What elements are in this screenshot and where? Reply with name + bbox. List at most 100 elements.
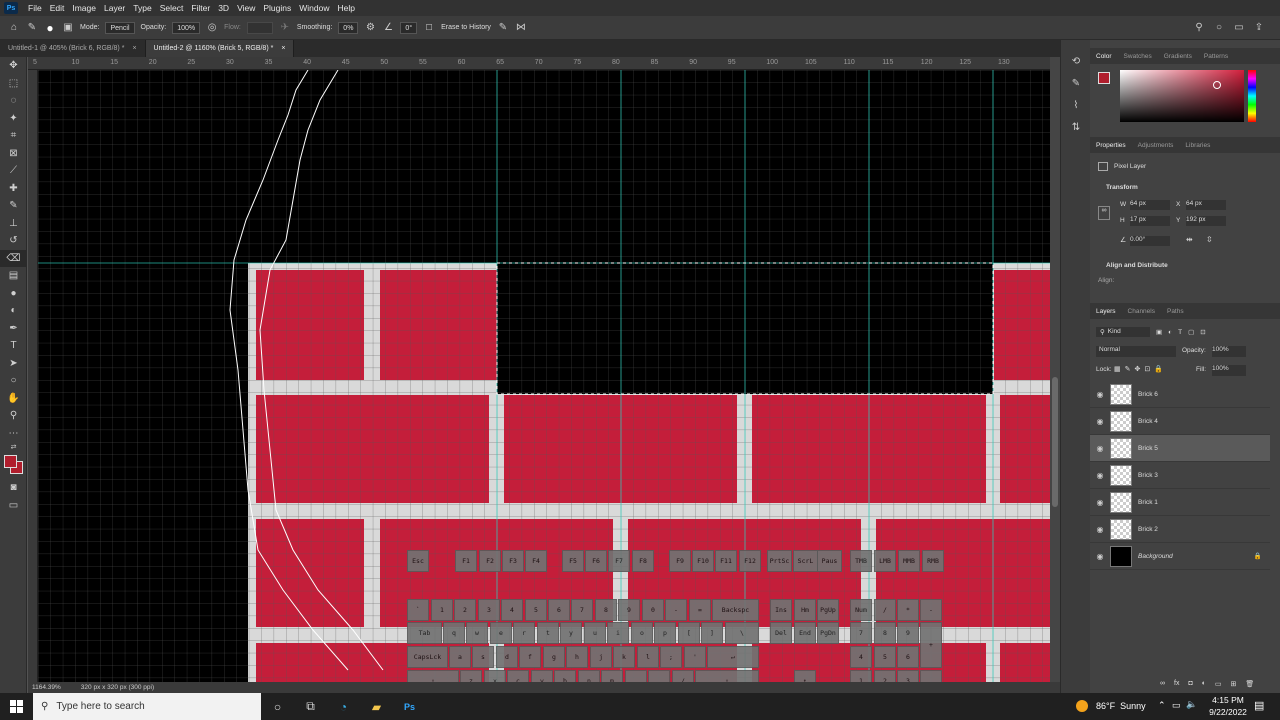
transform-heading[interactable]: Transform [1106,184,1138,191]
tab-adjustments[interactable]: Adjustments [1132,142,1180,149]
menu-select[interactable]: Select [156,3,188,13]
erase-history-checkbox[interactable]: ☐ [423,22,435,34]
edge-icon[interactable]: ◔ [327,693,360,720]
eraser-tool-icon[interactable]: ⌫ [0,249,27,267]
quick-mask-icon[interactable]: ◙ [0,479,27,497]
flip-horizontal-icon[interactable]: ⇹ [1186,235,1193,244]
close-icon[interactable]: × [281,45,285,52]
menu-layer[interactable]: Layer [100,3,129,13]
eye-icon[interactable]: ◉ [1090,525,1110,534]
airbrush-icon[interactable]: ✈ [279,22,291,34]
doc-size[interactable]: 320 px x 320 px (300 ppi) [81,684,154,691]
symmetry-icon[interactable]: ⋈ [515,22,527,34]
eye-icon[interactable]: ◉ [1090,552,1110,561]
vertical-scrollbar[interactable] [1050,57,1060,682]
flip-vertical-icon[interactable]: ⇳ [1206,235,1213,244]
marquee-tool-icon[interactable]: ⬚ [0,75,27,93]
trash-icon[interactable]: 🗑 [1245,680,1254,688]
tab-channels[interactable]: Channels [1122,308,1161,315]
menu-filter[interactable]: Filter [187,3,214,13]
menu-edit[interactable]: Edit [46,3,69,13]
taskbar-search[interactable]: ⚲ Type here to search [33,693,261,720]
filter-adjust-icon[interactable]: ◐ [1168,329,1172,336]
zoom-level[interactable]: 1164.39% [32,684,61,691]
magic-wand-icon[interactable]: ✦ [0,110,27,128]
clone-stamp-icon[interactable]: ⊥ [0,215,27,233]
layer-row[interactable]: ◉ Brick 6 [1090,381,1270,408]
fx-icon[interactable]: fx [1174,680,1179,688]
link-dimensions-icon[interactable]: ∞ [1098,206,1110,220]
tab-patterns[interactable]: Patterns [1198,53,1234,60]
layer-row[interactable]: ◉ Brick 3 [1090,462,1270,489]
fill-input[interactable]: 100% [1212,365,1246,376]
menu-window[interactable]: Window [295,3,333,13]
eraser-tool-icon[interactable]: ✎ [26,22,38,34]
hand-tool-icon[interactable]: ✋ [0,390,27,408]
layer-name[interactable]: Brick 1 [1138,499,1158,506]
start-button[interactable] [10,700,23,713]
layer-row[interactable]: ◉ Brick 5 [1090,435,1270,462]
pen-tool-icon[interactable]: ✒ [0,320,27,338]
brush-tool-icon[interactable]: ✎ [0,197,27,215]
share-icon[interactable]: ⇪ [1253,22,1265,34]
group-icon[interactable]: ▭ [1215,680,1222,688]
foreground-color-swatch[interactable] [4,455,17,468]
kind-select[interactable]: ⚲ Kind [1096,327,1150,337]
zoom-icon[interactable]: ○ [1213,22,1225,34]
adjust-panel-icon[interactable]: ⇅ [1061,116,1091,138]
mask-icon[interactable]: ◘ [1188,680,1192,688]
hue-slider[interactable] [1248,70,1256,122]
tab-untitled-2[interactable]: Untitled-2 @ 1160% (Brick 5, RGB/8) * × [145,40,295,57]
tab-libraries[interactable]: Libraries [1179,142,1216,149]
close-icon[interactable]: × [132,45,136,52]
clock-date[interactable]: 9/22/2022 [1204,707,1252,717]
w-input[interactable]: 64 px [1130,200,1170,210]
tab-layers[interactable]: Layers [1090,308,1122,315]
zoom-tool-icon[interactable]: ⚲ [0,407,27,425]
menu-type[interactable]: Type [129,3,155,13]
layer-opacity-input[interactable]: 100% [1212,346,1246,357]
layer-name[interactable]: Brick 6 [1138,391,1158,398]
layer-name[interactable]: Brick 4 [1138,418,1158,425]
tab-swatches[interactable]: Swatches [1118,53,1158,60]
flow-input[interactable] [246,21,273,34]
eye-icon[interactable]: ◉ [1090,471,1110,480]
path-select-icon[interactable]: ➤ [0,355,27,373]
blend-mode-select[interactable]: Normal [1096,346,1176,357]
eye-icon[interactable]: ◉ [1090,390,1110,399]
dodge-tool-icon[interactable]: ◐ [0,302,27,320]
menu-3d[interactable]: 3D [214,3,233,13]
color-foreground-chip[interactable] [1098,72,1110,84]
cortana-icon[interactable]: ○ [261,693,294,720]
brushes-panel-icon[interactable]: ⌇ [1061,94,1091,116]
layer-name[interactable]: Brick 2 [1138,526,1158,533]
photoshop-taskbar-icon[interactable]: Ps [393,693,426,720]
menu-help[interactable]: Help [333,3,358,13]
weather-text[interactable]: 86°F Sunny [1096,701,1146,711]
filter-pixel-icon[interactable]: ▣ [1156,328,1162,336]
x-input[interactable]: 64 px [1186,200,1226,210]
history-panel-icon[interactable]: ⟲ [1061,50,1091,72]
screen-mode-icon[interactable]: ▭ [0,497,27,515]
pressure-opacity-icon[interactable]: ◎ [206,22,218,34]
tray-arrow-icon[interactable]: ⌃ [1158,700,1166,711]
y-input[interactable]: 192 px [1186,216,1226,226]
type-tool-icon[interactable]: T [0,337,27,355]
filter-smart-icon[interactable]: ⊡ [1200,328,1205,336]
frame-tool-icon[interactable]: ⊠ [0,145,27,163]
menu-file[interactable]: File [24,3,46,13]
filter-type-icon[interactable]: T [1178,329,1182,336]
align-heading[interactable]: Align and Distribute [1106,262,1168,269]
tab-paths[interactable]: Paths [1161,308,1190,315]
more-tools-icon[interactable]: ⋯ [0,425,27,443]
crop-tool-icon[interactable]: ⌗ [0,127,27,145]
network-icon[interactable]: ▭ [1172,700,1181,711]
workspace-icon[interactable]: ▭ [1233,22,1245,34]
menu-plugins[interactable]: Plugins [259,3,295,13]
swap-colors-icon[interactable]: ⇄ [0,442,27,452]
layer-name[interactable]: Brick 3 [1138,472,1158,479]
tab-gradients[interactable]: Gradients [1158,53,1198,60]
home-icon[interactable]: ⌂ [8,22,20,34]
pressure-size-icon[interactable]: ✎ [497,22,509,34]
layer-row[interactable]: ◉ Brick 1 [1090,489,1270,516]
